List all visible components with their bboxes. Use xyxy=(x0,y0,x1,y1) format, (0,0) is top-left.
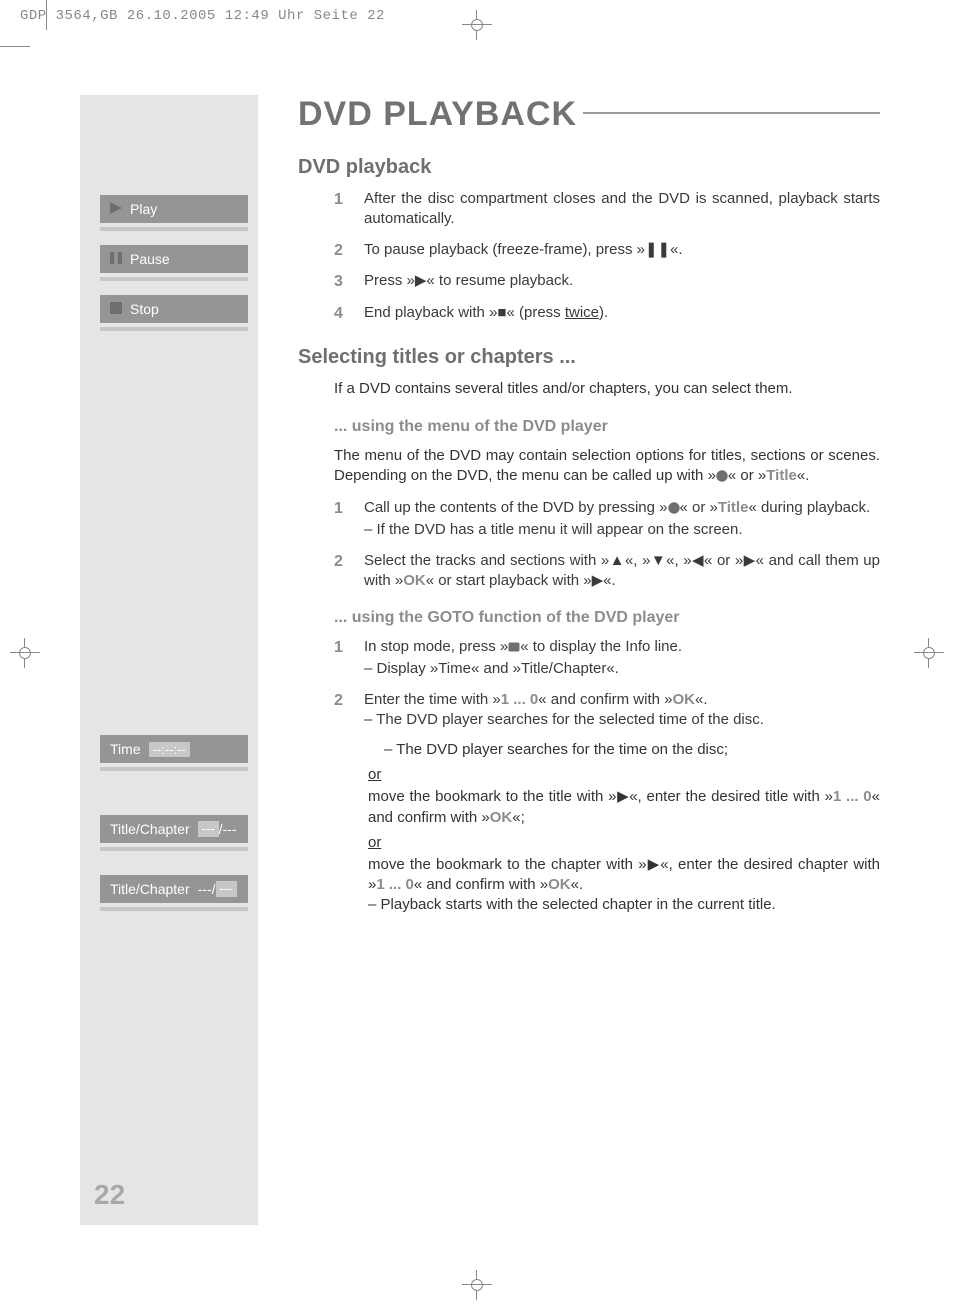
crop-mark xyxy=(0,46,30,47)
goto-alt-title: move the bookmark to the title with »▶«,… xyxy=(368,787,880,828)
dvd-playback-steps: 1After the disc compartment closes and t… xyxy=(334,189,880,324)
section-dvd-playback-heading: DVD playback xyxy=(298,156,880,179)
menu-icon xyxy=(668,500,680,520)
page-number: 22 xyxy=(94,1179,125,1211)
subsection-goto-heading: ... using the GOTO function of the DVD p… xyxy=(334,609,880,627)
pause-icon xyxy=(110,251,122,267)
registration-mark-bottom xyxy=(462,1270,492,1300)
or-separator: or xyxy=(368,834,880,851)
print-job-header: GDP 3564,GB 26.10.2005 12:49 Uhr Seite 2… xyxy=(20,8,385,24)
osd-title-chapter-2: Title/Chapter --- / --- xyxy=(100,875,248,903)
main-content: DVD PLAYBACK DVD playback 1After the dis… xyxy=(258,95,900,1225)
section-selecting-heading: Selecting titles or chapters ... xyxy=(298,346,880,369)
osd-title-chapter-1: Title/Chapter --- / --- xyxy=(100,815,248,843)
osd-time: Time --:--:-- xyxy=(100,735,248,763)
page-title: DVD PLAYBACK xyxy=(298,95,880,134)
menu-steps: 1 Call up the contents of the DVD by pre… xyxy=(334,498,880,591)
osd-tc2-label: Title/Chapter xyxy=(110,881,190,897)
list-item: 2 Select the tracks and sections with »▲… xyxy=(334,551,880,592)
list-item: 2 Enter the time with »1 ... 0« and conf… xyxy=(334,690,880,731)
registration-mark-right xyxy=(914,638,944,668)
goto-alt-chapter: move the bookmark to the chapter with »▶… xyxy=(368,855,880,916)
goto-steps: 1 In stop mode, press »« to display the … xyxy=(334,637,880,730)
osd-tc2-title-value: --- xyxy=(198,881,212,897)
osd-tc1-label: Title/Chapter xyxy=(110,821,190,837)
registration-mark-top xyxy=(462,10,492,40)
goto-note: – The DVD player searches for the time o… xyxy=(384,740,880,760)
osd-pause: Pause xyxy=(100,245,248,273)
crop-mark xyxy=(46,0,47,30)
play-icon xyxy=(110,201,122,217)
registration-mark-left xyxy=(10,638,40,668)
list-item: 2To pause playback (freeze-frame), press… xyxy=(334,240,880,262)
subsection-menu-intro: The menu of the DVD may contain selectio… xyxy=(334,446,880,489)
osd-time-value: --:--:-- xyxy=(149,742,190,757)
sidebar: Play Pause Stop Time --:--:-- Title/Chap… xyxy=(80,95,258,1225)
osd-play: Play xyxy=(100,195,248,223)
osd-stop: Stop xyxy=(100,295,248,323)
osd-tc1-chapter-value: --- xyxy=(223,821,237,837)
osd-play-label: Play xyxy=(130,201,157,217)
osd-stop-label: Stop xyxy=(130,301,159,317)
osd-pause-label: Pause xyxy=(130,251,170,267)
or-separator: or xyxy=(368,766,880,783)
list-item: 1 Call up the contents of the DVD by pre… xyxy=(334,498,880,541)
menu-icon xyxy=(716,468,728,488)
stop-icon xyxy=(110,301,122,317)
osd-time-label: Time xyxy=(110,741,141,757)
list-item: 1 In stop mode, press »« to display the … xyxy=(334,637,880,680)
list-item: 4End playback with »■« (press twice). xyxy=(334,303,880,325)
info-icon xyxy=(508,639,520,659)
section-selecting-intro: If a DVD contains several titles and/or … xyxy=(334,379,880,399)
list-item: 3Press »▶« to resume playback. xyxy=(334,271,880,293)
osd-tc1-title-value: --- xyxy=(198,821,219,837)
osd-tc2-chapter-value: --- xyxy=(216,881,237,897)
subsection-menu-heading: ... using the menu of the DVD player xyxy=(334,418,880,436)
list-item: 1After the disc compartment closes and t… xyxy=(334,189,880,230)
